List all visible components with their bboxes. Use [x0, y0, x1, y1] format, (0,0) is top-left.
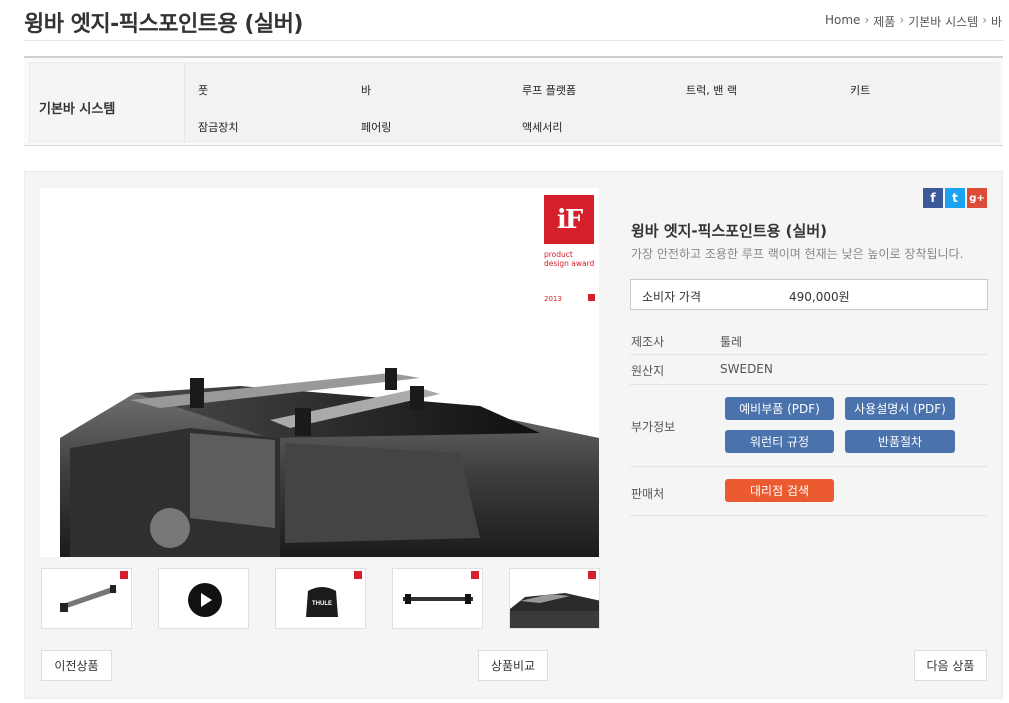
thumbnail-wingbar[interactable]: [41, 568, 132, 629]
return-procedure-button[interactable]: 반품절차: [845, 430, 955, 453]
google-plus-icon[interactable]: g+: [967, 188, 987, 208]
divider: [630, 354, 988, 355]
thumbnail-car[interactable]: [509, 568, 600, 629]
user-manual-pdf-button[interactable]: 사용설명서 (PDF): [845, 397, 955, 420]
bar-icon: [403, 594, 473, 604]
product-main-image: iF product design award 2013: [40, 188, 599, 557]
if-award-square: [588, 294, 595, 301]
award-badge-icon: [354, 571, 362, 579]
extra-info-label: 부가정보: [631, 420, 676, 434]
breadcrumb-bar[interactable]: 바: [991, 13, 1002, 30]
breadcrumb-basic-bar[interactable]: 기본바 시스템: [908, 13, 978, 30]
compare-products-button[interactable]: 상품비교: [478, 650, 548, 681]
origin-value: SWEDEN: [720, 362, 773, 376]
product-panel: iF product design award 2013 THULE 이전상품 상…: [24, 171, 1003, 699]
chevron-right-icon: ›: [899, 13, 905, 27]
breadcrumb-home[interactable]: Home: [825, 13, 860, 30]
breadcrumb-products[interactable]: 제품: [873, 13, 895, 30]
thumbnail-foot[interactable]: THULE: [275, 568, 366, 629]
play-icon[interactable]: [188, 583, 222, 617]
page-title: 윙바 엣지-픽스포인트용 (실버): [24, 12, 303, 37]
facebook-icon[interactable]: f: [923, 188, 943, 208]
spare-parts-pdf-button[interactable]: 예비부품 (PDF): [725, 397, 834, 420]
if-award-logo: iF: [544, 195, 594, 244]
category-item-truck-van-rack[interactable]: 트럭, 밴 랙: [686, 82, 737, 98]
chevron-right-icon: ›: [864, 13, 870, 27]
category-nav: 기본바 시스템 풋 바 루프 플랫폼 트럭, 밴 랙 키트 잠금장치 페어링 액…: [24, 56, 1003, 146]
price-label: 소비자 가격: [642, 290, 702, 304]
price-box: 소비자 가격 490,000원: [630, 279, 988, 310]
divider: [24, 40, 1003, 41]
product-description: 가장 안전하고 조용한 루프 랙이며 현재는 낮은 높이로 장착됩니다.: [631, 247, 964, 261]
breadcrumb: Home › 제품 › 기본바 시스템 › 바: [825, 13, 1009, 30]
category-title: 기본바 시스템: [39, 102, 116, 117]
category-item-roof-platform[interactable]: 루프 플랫폼: [522, 82, 576, 98]
car-roof-rack-illustration: [60, 368, 599, 557]
warranty-button[interactable]: 워런티 규정: [725, 430, 834, 453]
thule-logo: THULE: [312, 601, 332, 607]
foot-icon: THULE: [306, 587, 338, 617]
award-badge-icon: [588, 571, 596, 579]
thumbnail-bar[interactable]: [392, 568, 483, 629]
category-item-kit[interactable]: 키트: [850, 82, 870, 98]
thumbnail-strip: THULE: [40, 568, 600, 630]
category-item-foot[interactable]: 풋: [198, 82, 208, 98]
thumbnail-video[interactable]: [158, 568, 249, 629]
roof-bar-icon: [60, 585, 117, 612]
if-award-text-line1: product: [544, 250, 573, 259]
dealer-search-button[interactable]: 대리점 검색: [725, 479, 834, 502]
chevron-right-icon: ›: [982, 13, 988, 27]
product-title: 윙바 엣지-픽스포인트용 (실버): [631, 222, 827, 240]
if-award-text: product design award: [544, 250, 599, 268]
price-value: 490,000원: [789, 290, 850, 304]
car-icon: [510, 593, 599, 628]
divider: [630, 384, 988, 385]
award-badge-icon: [471, 571, 479, 579]
twitter-icon[interactable]: t: [945, 188, 965, 208]
divider: [630, 466, 988, 467]
origin-label: 원산지: [631, 364, 665, 378]
next-product-button[interactable]: 다음 상품: [914, 650, 987, 681]
award-badge-icon: [120, 571, 128, 579]
if-award-year: 2013: [544, 295, 562, 303]
maker-label: 제조사: [631, 335, 665, 349]
category-item-bar[interactable]: 바: [361, 82, 371, 98]
seller-label: 판매처: [631, 487, 665, 501]
prev-product-button[interactable]: 이전상품: [41, 650, 112, 681]
category-nav-inner: 기본바 시스템 풋 바 루프 플랫폼 트럭, 밴 랙 키트 잠금장치 페어링 액…: [29, 62, 1000, 143]
category-item-lock[interactable]: 잠금장치: [198, 119, 238, 135]
category-items: 풋 바 루프 플랫폼 트럭, 밴 랙 키트 잠금장치 페어링 액세서리: [184, 63, 1000, 143]
maker-value: 툴레: [720, 335, 743, 349]
if-award-text-line2: design award: [544, 259, 595, 268]
category-item-accessory[interactable]: 액세서리: [522, 119, 562, 135]
category-item-fairing[interactable]: 페어링: [361, 119, 391, 135]
divider: [630, 515, 988, 516]
